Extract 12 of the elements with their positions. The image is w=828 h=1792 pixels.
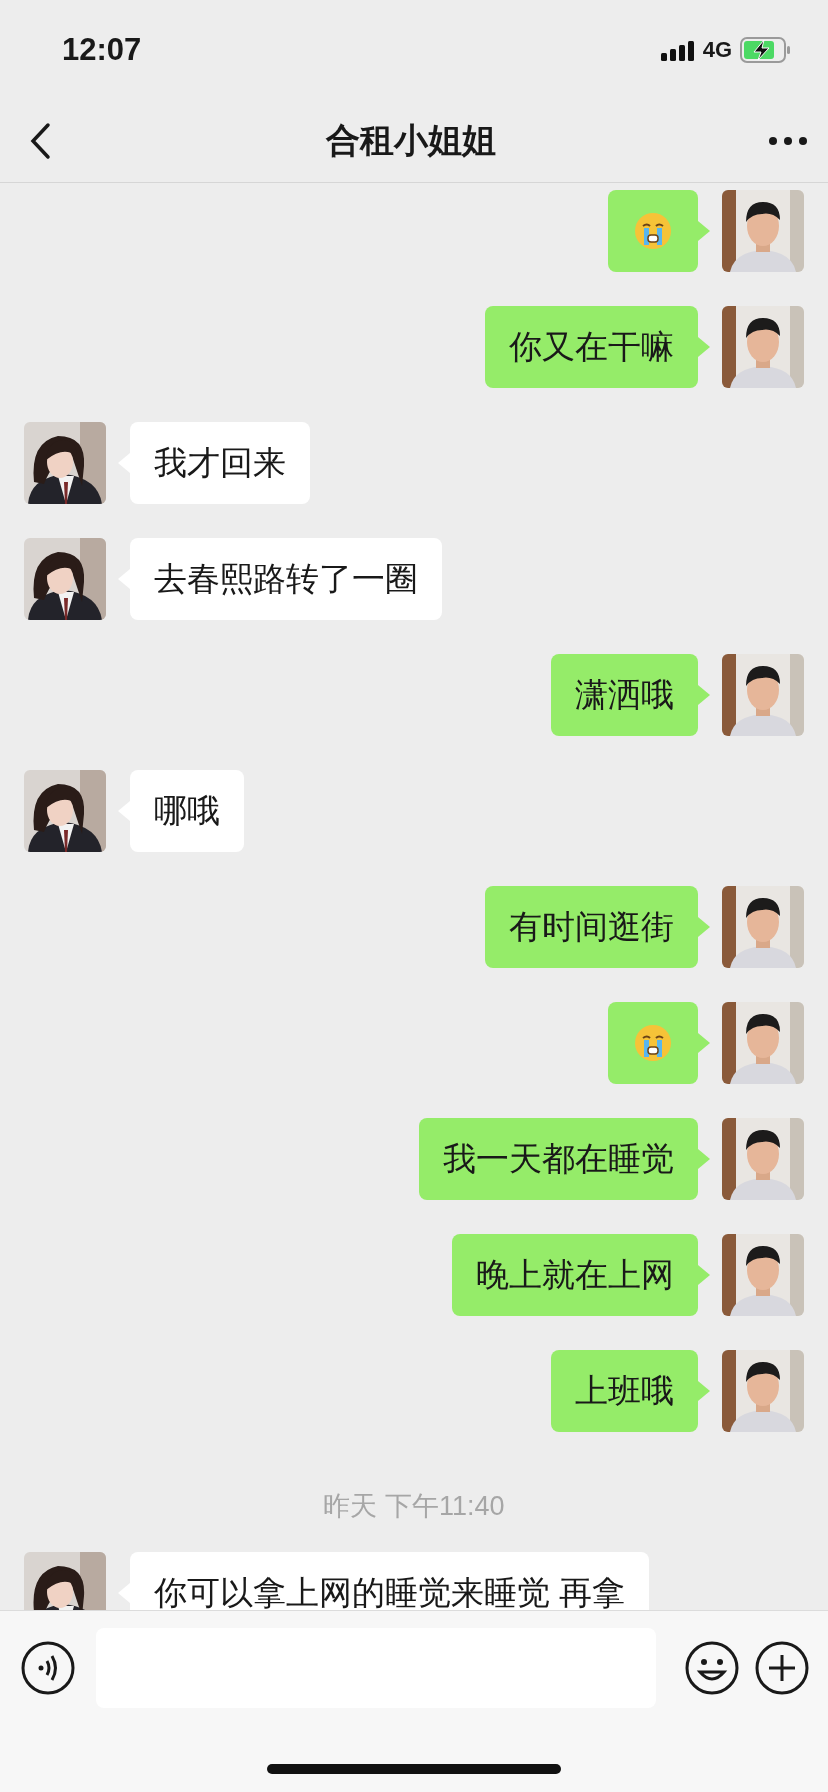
signal-icon: [660, 39, 695, 61]
add-icon[interactable]: [754, 1640, 810, 1696]
timestamp: 昨天 下午11:40: [323, 1490, 505, 1523]
crying-face-icon: [633, 211, 673, 251]
more-icon[interactable]: [768, 136, 808, 146]
emoji-icon[interactable]: [684, 1640, 740, 1696]
crying-face-icon: [633, 1023, 673, 1063]
network-label: 4G: [702, 37, 732, 63]
battery-charging-icon: [740, 37, 792, 63]
status-time: 12:07: [62, 32, 142, 68]
voice-icon[interactable]: [20, 1640, 76, 1696]
chat-title: 合租小姐姐: [324, 120, 497, 161]
